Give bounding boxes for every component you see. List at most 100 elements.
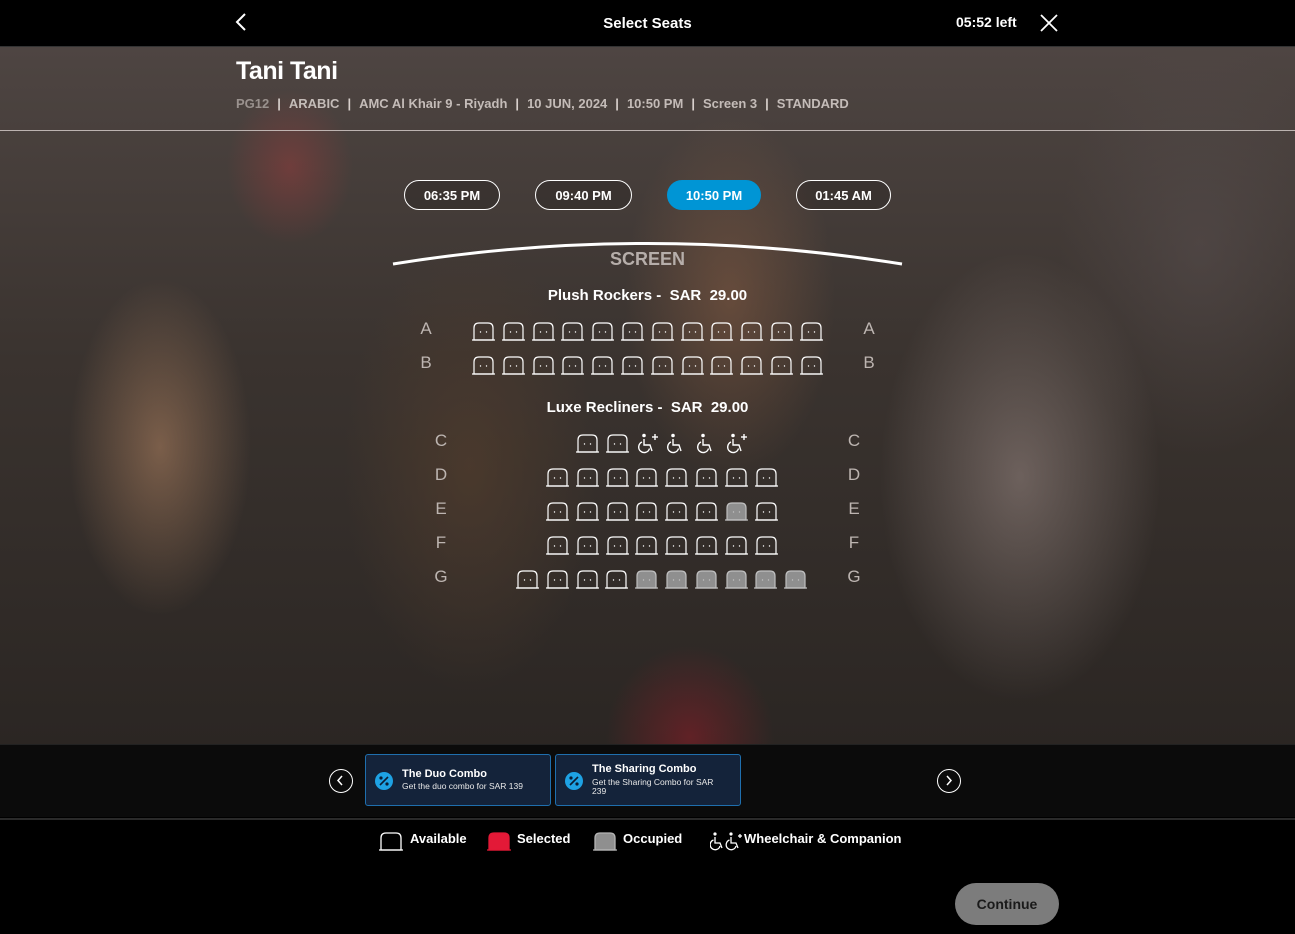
row-label-e-right: E bbox=[848, 499, 860, 518]
seat-available-d6[interactable] bbox=[694, 466, 719, 488]
row-label-f-right: F bbox=[848, 533, 860, 552]
seat-available-b8[interactable] bbox=[680, 354, 705, 376]
seat-available-d8[interactable] bbox=[754, 466, 779, 488]
continue-button[interactable]: Continue bbox=[955, 883, 1059, 925]
seat-available-b4[interactable] bbox=[560, 354, 585, 376]
seat-available-a10[interactable] bbox=[739, 320, 764, 342]
seat-available-a7[interactable] bbox=[650, 320, 675, 342]
showtime-0635pm[interactable]: 06:35 PM bbox=[404, 180, 500, 210]
seat-available-f2[interactable] bbox=[575, 534, 600, 556]
seat-available-g3[interactable] bbox=[575, 568, 600, 590]
row-label-b-left: B bbox=[420, 353, 432, 372]
seat-available-b9[interactable] bbox=[709, 354, 734, 376]
seat-available-d2[interactable] bbox=[575, 466, 600, 488]
combo-next-arrow-icon[interactable] bbox=[937, 769, 961, 793]
divider bbox=[0, 130, 1295, 131]
rating-badge: PG12 bbox=[236, 96, 270, 111]
seat-available-f1[interactable] bbox=[545, 534, 570, 556]
seat-available-d7[interactable] bbox=[724, 466, 749, 488]
seat-available-a9[interactable] bbox=[709, 320, 734, 342]
seat-available-a8[interactable] bbox=[680, 320, 705, 342]
seat-available-f6[interactable] bbox=[694, 534, 719, 556]
combo-title: The Duo Combo bbox=[402, 768, 487, 780]
seat-available-f8[interactable] bbox=[754, 534, 779, 556]
seat-legend: Available Selected Occupied Wheelchair &… bbox=[0, 818, 1295, 864]
seat-available-d5[interactable] bbox=[664, 466, 689, 488]
seat-available-a12[interactable] bbox=[799, 320, 824, 342]
seat-available-a4[interactable] bbox=[560, 320, 585, 342]
seat-available-e2[interactable] bbox=[575, 500, 600, 522]
row-label-c-right: C bbox=[847, 431, 861, 450]
screen-label: SCREEN bbox=[609, 249, 685, 269]
seat-available-a6[interactable] bbox=[620, 320, 645, 342]
seat-occupied-g10 bbox=[783, 568, 808, 590]
cinema-name: AMC Al Khair 9 - Riyadh bbox=[359, 96, 508, 111]
combo-description: Get the duo combo for SAR 139 bbox=[402, 781, 523, 791]
showtime-0940pm[interactable]: 09:40 PM bbox=[535, 180, 632, 210]
seat-available-e3[interactable] bbox=[605, 500, 630, 522]
showtime-1050pm[interactable]: 10:50 PM bbox=[667, 180, 761, 210]
seat-available-b3[interactable] bbox=[531, 354, 556, 376]
seat-available-a3[interactable] bbox=[531, 320, 556, 342]
selected-seat-icon bbox=[486, 830, 512, 852]
legend-wheelchair-label: Wheelchair & Companion bbox=[744, 831, 902, 846]
legend-selected-label: Selected bbox=[517, 831, 571, 846]
wheelchair-seat-icon-c4[interactable] bbox=[664, 432, 689, 454]
screen-number: Screen 3 bbox=[702, 96, 758, 111]
seat-available-b1[interactable] bbox=[471, 354, 496, 376]
seat-available-a11[interactable] bbox=[769, 320, 794, 342]
combo-carousel: The Duo Combo Get the duo combo for SAR … bbox=[0, 744, 1295, 817]
seat-available-b11[interactable] bbox=[769, 354, 794, 376]
seat-available-b2[interactable] bbox=[501, 354, 526, 376]
available-seat-icon bbox=[378, 830, 404, 852]
seat-available-e4[interactable] bbox=[634, 500, 659, 522]
row-label-g-left: G bbox=[434, 567, 448, 586]
seat-available-d1[interactable] bbox=[545, 466, 570, 488]
close-icon[interactable] bbox=[1038, 12, 1060, 34]
seat-available-a1[interactable] bbox=[471, 320, 496, 342]
occupied-seat-icon bbox=[592, 830, 618, 852]
seat-available-f3[interactable] bbox=[605, 534, 630, 556]
legend-occupied-label: Occupied bbox=[623, 831, 683, 846]
seat-available-d3[interactable] bbox=[605, 466, 630, 488]
seat-available-b6[interactable] bbox=[620, 354, 645, 376]
seat-available-g2[interactable] bbox=[545, 568, 570, 590]
seat-occupied-e7 bbox=[724, 500, 749, 522]
movie-meta: PG12 | ARABIC | AMC Al Khair 9 - Riyadh | 10 J… bbox=[236, 96, 849, 111]
row-label-b-right: B bbox=[863, 353, 875, 372]
showtime-0145am[interactable]: 01:45 AM bbox=[796, 180, 891, 210]
seat-available-e5[interactable] bbox=[664, 500, 689, 522]
wheelchair-seat-icon-c5[interactable] bbox=[694, 432, 719, 454]
seat-occupied-g8 bbox=[724, 568, 749, 590]
wheelchair-companion-icon bbox=[709, 830, 744, 852]
seat-available-c1[interactable] bbox=[575, 432, 600, 454]
combo-prev-arrow-icon[interactable] bbox=[329, 769, 353, 793]
seat-available-e6[interactable] bbox=[694, 500, 719, 522]
seat-available-b5[interactable] bbox=[590, 354, 615, 376]
seat-map-area: Tani Tani PG12 | ARABIC | AMC Al Khair 9 - R… bbox=[0, 47, 1295, 744]
companion-seat-icon-c3[interactable] bbox=[635, 432, 660, 454]
seat-available-g1[interactable] bbox=[515, 568, 540, 590]
seat-available-b12[interactable] bbox=[799, 354, 824, 376]
seat-available-f5[interactable] bbox=[664, 534, 689, 556]
seat-available-b10[interactable] bbox=[739, 354, 764, 376]
section-luxe-recliners: Luxe Recliners - SAR 29.00 bbox=[546, 399, 749, 416]
section-plush-rockers: Plush Rockers - SAR 29.00 bbox=[547, 287, 748, 304]
companion-seat-icon-c6[interactable] bbox=[724, 432, 749, 454]
discount-icon bbox=[375, 772, 393, 790]
seat-available-b7[interactable] bbox=[650, 354, 675, 376]
row-label-d-right: D bbox=[847, 465, 861, 484]
seat-available-d4[interactable] bbox=[634, 466, 659, 488]
seat-available-a2[interactable] bbox=[501, 320, 526, 342]
seat-available-a5[interactable] bbox=[590, 320, 615, 342]
combo-sharing[interactable]: The Sharing Combo Get the Sharing Combo … bbox=[555, 754, 741, 806]
seat-available-e8[interactable] bbox=[754, 500, 779, 522]
seat-available-c2[interactable] bbox=[605, 432, 630, 454]
seat-available-f7[interactable] bbox=[724, 534, 749, 556]
seat-available-f4[interactable] bbox=[634, 534, 659, 556]
seat-available-e1[interactable] bbox=[545, 500, 570, 522]
seat-occupied-g6 bbox=[664, 568, 689, 590]
page-title: Select Seats bbox=[603, 15, 692, 32]
combo-duo[interactable]: The Duo Combo Get the duo combo for SAR … bbox=[365, 754, 551, 806]
seat-available-g4[interactable] bbox=[604, 568, 629, 590]
